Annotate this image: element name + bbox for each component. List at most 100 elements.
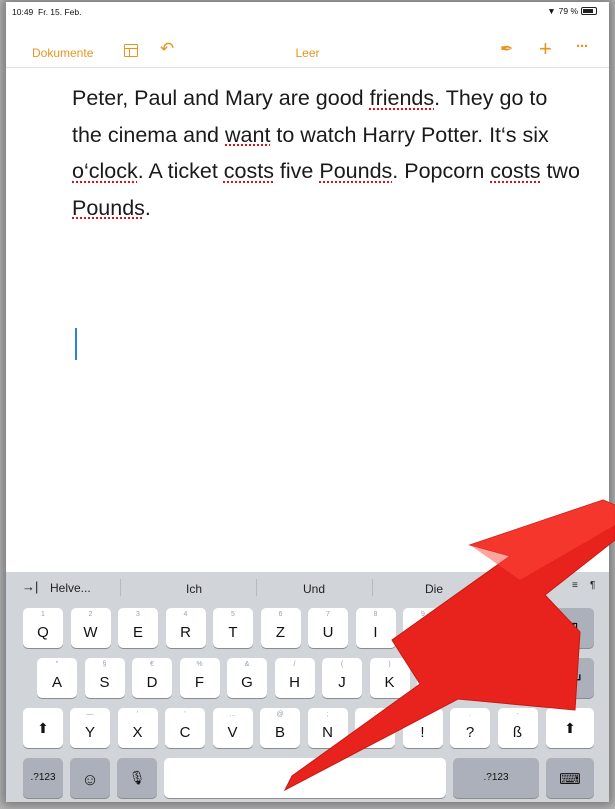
prediction-3[interactable]: Die [374,582,494,596]
key-q[interactable]: 1Q [23,608,63,648]
status-bar: 10:49 Fr. 15. Feb. ▼ 79 % [6,2,609,24]
key-s[interactable]: § S [84,658,125,698]
prediction-2[interactable]: Und [254,582,374,596]
format-brush-icon[interactable]: ✒ [500,39,513,59]
document-body[interactable]: Peter, Paul and Mary are good friends. T… [72,80,582,226]
numbers-key-label: .?123 [30,772,56,783]
key-e[interactable]: 3E [118,608,158,648]
key-label: D [146,674,158,691]
key-label: X [132,724,143,741]
key-d[interactable]: € D [132,658,172,698]
key-secondary-label: 7 [326,611,330,618]
backspace-key[interactable]: ⌫ [540,608,594,648]
key-secondary-label: € [150,661,154,668]
return-icon: ↵ [569,670,584,689]
tab-key-icon[interactable]: →| [22,579,38,594]
key-4[interactable]: @ B [260,708,300,748]
key-j[interactable]: (J [322,658,362,698]
key-o[interactable]: 9O [403,608,443,648]
text-cursor [75,328,77,360]
numbers-key-left[interactable]: .?123 [23,758,63,798]
key-secondary-label: : [374,711,376,718]
key-2[interactable]: ' C [165,708,205,748]
key-ö[interactable]: Ö [464,658,505,698]
key-7[interactable]: ,! [402,708,443,748]
key-secondary-label: ( [340,661,344,668]
key-g[interactable]: & G [227,658,267,698]
key-z[interactable]: 6Z [260,608,301,648]
numbers-key-right[interactable]: .?123 [453,758,539,798]
key-k[interactable]: ) K [369,658,410,698]
document-title[interactable]: Leer [6,46,609,60]
key-f[interactable]: % F [179,658,220,698]
key-h[interactable]: / H [274,658,315,698]
key-secondary-label: 3 [136,611,140,618]
divider [120,579,121,596]
key-i[interactable]: 8I [355,608,396,648]
key-6[interactable]: :M [355,708,395,748]
key-label: W [83,624,98,641]
key-label: L [432,674,442,691]
key-secondary-label: ; [326,711,329,718]
key-secondary-label: ' [184,711,186,718]
key-label: H [289,674,300,691]
key-p[interactable]: 0P [450,608,491,648]
wifi-icon: ▼ [547,6,556,16]
key-secondary-label: — [86,711,94,718]
align-icon[interactable]: ≡ [572,580,578,591]
key-l[interactable]: = L [417,658,457,698]
emoji-key[interactable]: ☺ [70,758,110,798]
key-label: ? [465,724,475,741]
shift-icon: ⬆ [564,720,576,736]
key-8[interactable]: .? [450,708,490,748]
key-secondary-label: @ [276,711,284,718]
key-label: V [227,724,238,741]
shift-key-left[interactable]: ⬆ [23,708,63,748]
date-text: Fr. 15. Feb. [38,7,82,17]
key-label: ß [512,724,523,741]
dictation-key[interactable]: 🎙︎ [117,758,157,798]
toolbar: Dokumente ↶ Leer ✒ + ··· [6,36,609,68]
key-ü[interactable]: Ü [498,608,538,648]
key-label: R [180,624,191,641]
shift-icon: ⬆ [37,720,49,736]
key-secondary-label: 2 [88,611,93,618]
key-label: M [368,724,382,741]
key-u[interactable]: 7U [308,608,348,648]
key-secondary-label: 5 [231,611,235,618]
space-bar[interactable] [164,758,446,798]
key-secondary-label: ... [229,711,236,718]
key-r[interactable]: 4R [165,608,206,648]
key-label: F [194,674,205,691]
onscreen-keyboard: →| Helve... Ich Und Die ≡ ¶ 1Q2W3E4R5T6Z… [6,572,609,802]
key-1[interactable]: ' X [117,708,158,748]
key-5[interactable]: ; N [307,708,348,748]
key-ä[interactable]: Ä [512,658,552,698]
key-3[interactable]: ... V [212,708,253,748]
key-9[interactable]: -ß [497,708,538,748]
key-label: K [384,674,395,691]
insert-plus-icon[interactable]: + [539,36,552,62]
more-icon[interactable]: ··· [576,38,589,55]
time-text: 10:49 [12,7,34,17]
return-key[interactable]: ↵ [559,658,594,698]
emoji-icon: ☺ [81,770,99,789]
key-a[interactable]: " A [37,658,77,698]
key-label: Ü [512,624,524,641]
hide-keyboard-key[interactable]: ⌨ [546,758,594,798]
keyboard-hide-icon: ⌨ [559,771,581,788]
text-run: two [540,159,580,183]
key-w[interactable]: 2W [70,608,111,648]
key-0[interactable]: — Y [70,708,110,748]
battery-percent: 79 % [558,6,578,16]
status-right: ▼ 79 % [547,6,597,16]
key-secondary-label: " [55,661,59,668]
paragraph-icon[interactable]: ¶ [590,580,595,591]
key-secondary-label: . [469,711,471,718]
key-secondary-label: ) [388,661,391,668]
prediction-1[interactable]: Ich [134,582,254,596]
font-selector[interactable]: Helve... [50,581,91,595]
key-secondary-label: 6 [278,611,283,618]
shift-key-right[interactable]: ⬆ [546,708,594,748]
key-t[interactable]: 5T [213,608,253,648]
